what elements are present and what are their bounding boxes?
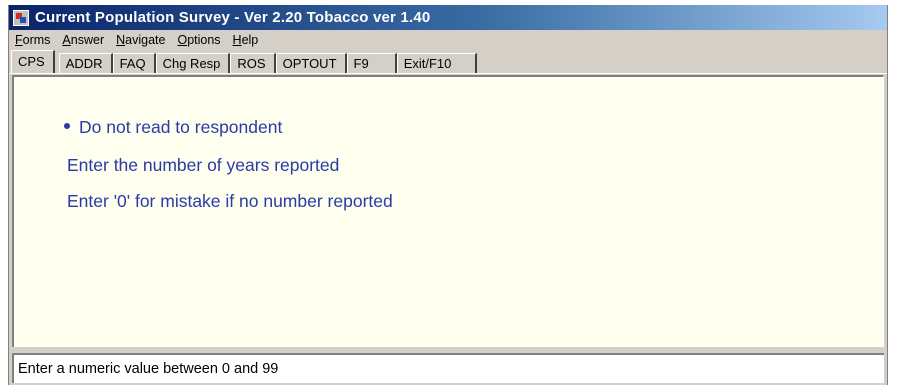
question-panel: Do not read to respondent Enter the numb… xyxy=(12,75,884,347)
app-icon[interactable] xyxy=(13,9,29,26)
menu-options[interactable]: Options xyxy=(173,33,228,47)
instruction-line-2: Enter the number of years reported xyxy=(67,155,340,175)
tab-exit-f10[interactable]: Exit/F10 xyxy=(396,53,478,73)
instruction-text: Do not read to respondent xyxy=(79,117,283,137)
menu-answer-mnemonic: A xyxy=(62,33,71,47)
tab-bar: CPS ADDR FAQ Chg Resp ROS OPTOUT F9 Exit… xyxy=(9,50,887,74)
menu-options-label: ptions xyxy=(187,33,221,47)
title-bar[interactable]: Current Population Survey - Ver 2.20 Tob… xyxy=(9,5,887,30)
instruction-bullet: Do not read to respondent xyxy=(64,117,282,138)
menu-options-mnemonic: O xyxy=(177,33,188,47)
menu-forms[interactable]: Forms xyxy=(11,33,58,47)
tab-optout[interactable]: OPTOUT xyxy=(275,53,347,73)
menu-help-mnemonic: H xyxy=(232,33,242,47)
menu-navigate-label: avigate xyxy=(125,33,166,47)
tab-cps[interactable]: CPS xyxy=(11,50,55,73)
menu-answer[interactable]: Answer xyxy=(58,33,112,47)
menu-navigate[interactable]: Navigate xyxy=(112,33,173,47)
tab-addr[interactable]: ADDR xyxy=(58,53,113,73)
bullet-icon xyxy=(64,123,70,130)
instruction-line-3: Enter '0' for mistake if no number repor… xyxy=(67,191,393,211)
tab-faq[interactable]: FAQ xyxy=(112,53,156,73)
app-window: Current Population Survey - Ver 2.20 Tob… xyxy=(8,5,888,385)
menu-forms-label: orms xyxy=(22,33,51,47)
menu-help-label: elp xyxy=(241,33,259,47)
menu-help[interactable]: Help xyxy=(229,33,267,47)
menu-answer-label: nswer xyxy=(70,33,105,47)
status-bar: Enter a numeric value between 0 and 99 xyxy=(12,353,884,383)
menu-forms-mnemonic: F xyxy=(15,33,23,47)
tab-chg-resp[interactable]: Chg Resp xyxy=(155,53,231,73)
menu-bar: Forms Answer Navigate Options Help xyxy=(9,30,887,50)
tab-ros[interactable]: ROS xyxy=(230,53,276,73)
window-title: Current Population Survey - Ver 2.20 Tob… xyxy=(35,9,431,26)
menu-navigate-mnemonic: N xyxy=(116,33,126,47)
tab-f9[interactable]: F9 xyxy=(346,53,397,73)
